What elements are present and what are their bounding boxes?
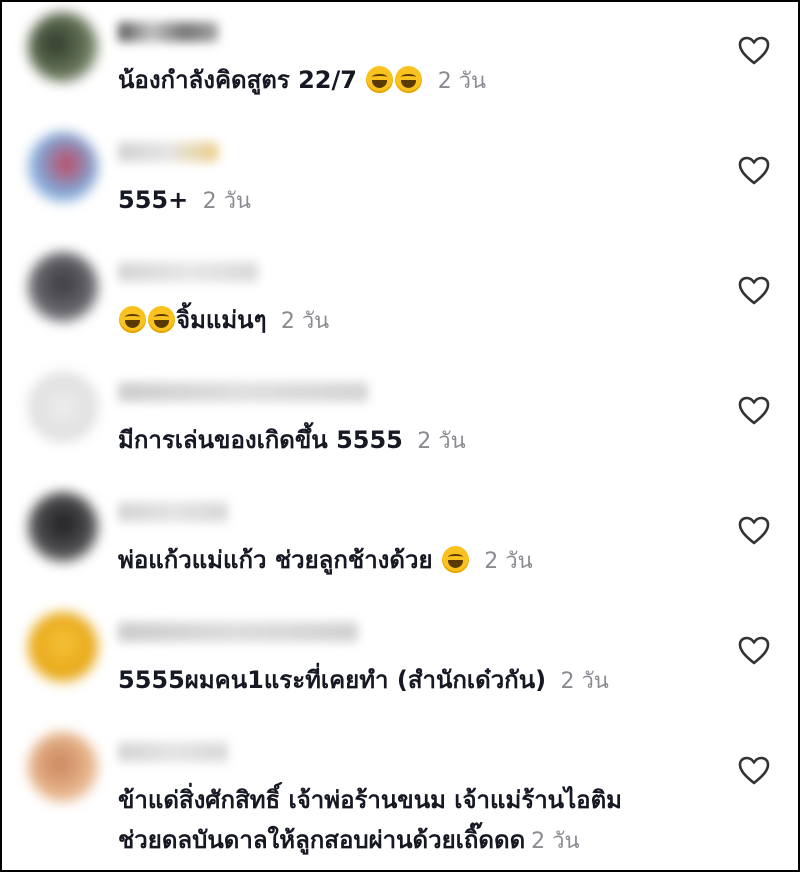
comment-body-line: ช่วยดลบันดาลให้ลูกสอบผ่านด้วยเถิ๊ดดด [118, 826, 526, 854]
username[interactable] [118, 382, 368, 402]
comment-text: น้องกำลังคิดสูตร 22/7 2 วัน [118, 60, 708, 102]
laughing-emoji-icon [148, 306, 175, 333]
comment-text: ข้าแด่สิ่งศักสิทธิ์ เจ้าพ่อร้านขนม เจ้าแ… [118, 780, 708, 862]
avatar[interactable] [28, 372, 98, 442]
heart-outline-icon[interactable] [738, 636, 770, 666]
comment-time: 2 วัน [560, 669, 609, 694]
heart-outline-icon[interactable] [738, 276, 770, 306]
laughing-emoji-icon [395, 66, 423, 93]
username[interactable] [118, 22, 218, 42]
laughing-emoji-icon [366, 66, 394, 93]
heart-outline-icon[interactable] [738, 516, 770, 546]
laughing-emoji-icon [119, 306, 146, 333]
comment-body-line: ข้าแด่สิ่งศักสิทธิ์ เจ้าพ่อร้านขนม เจ้าแ… [118, 786, 622, 814]
comment-body: 5555ผมคน1แระที่เคยทำ (สำนักเด๋วกัน) [118, 666, 547, 694]
heart-outline-icon[interactable] [738, 156, 770, 186]
username[interactable] [118, 622, 358, 642]
username[interactable] [118, 142, 218, 162]
avatar[interactable] [28, 492, 98, 562]
comment-list: น้องกำลังคิดสูตร 22/7 2 วัน 555+ 2 วัน จ… [0, 0, 800, 872]
heart-outline-icon[interactable] [738, 36, 770, 66]
avatar[interactable] [28, 12, 98, 82]
username[interactable] [118, 742, 228, 762]
comment-time: 2 วัน [531, 829, 580, 854]
heart-outline-icon[interactable] [738, 396, 770, 426]
comment-body: พ่อแก้วแม่แก้ว ช่วยลูกช้างด้วย [118, 546, 433, 574]
comment-body: 555+ [118, 186, 189, 214]
comment-time: 2 วัน [417, 429, 466, 454]
comment-text: พ่อแก้วแม่แก้ว ช่วยลูกช้างด้วย 2 วัน [118, 540, 708, 582]
laughing-emoji-icon [441, 546, 469, 573]
comment-body: จิ้มแม่นๆ [176, 306, 267, 334]
comment-body: น้องกำลังคิดสูตร 22/7 [118, 66, 357, 94]
avatar[interactable] [28, 252, 98, 322]
comment-text: 5555ผมคน1แระที่เคยทำ (สำนักเด๋วกัน) 2 วั… [118, 660, 708, 702]
avatar[interactable] [28, 612, 98, 682]
avatar[interactable] [28, 732, 98, 802]
comment-body: มีการเล่นของเกิดขึ้น 5555 [118, 426, 403, 454]
avatar[interactable] [28, 132, 98, 202]
comment-text: จิ้มแม่นๆ 2 วัน [118, 300, 708, 342]
comment-time: 2 วัน [484, 549, 533, 574]
comment-time: 2 วัน [280, 309, 330, 334]
username[interactable] [118, 262, 258, 282]
comment-text: มีการเล่นของเกิดขึ้น 5555 2 วัน [118, 420, 708, 462]
heart-outline-icon[interactable] [738, 756, 770, 786]
comment-text: 555+ 2 วัน [118, 180, 708, 222]
username[interactable] [118, 502, 228, 522]
comment-time: 2 วัน [202, 189, 251, 214]
comment-time: 2 วัน [437, 69, 487, 94]
